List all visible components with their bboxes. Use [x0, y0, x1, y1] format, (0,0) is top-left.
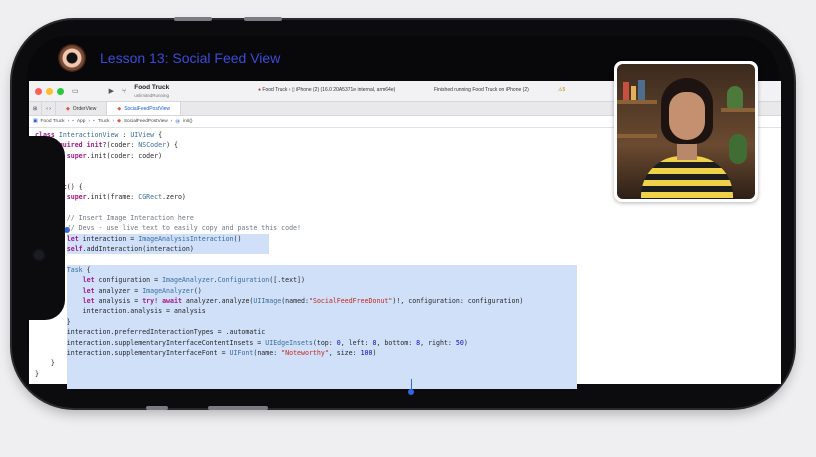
run-button[interactable]: ▶	[109, 87, 114, 95]
presenter-video-frame	[617, 64, 755, 199]
code-line: }	[35, 370, 39, 378]
code-line: let configuration = ImageAnalyzer.Config…	[82, 276, 305, 284]
nav-arrows[interactable]: ‹ ›	[42, 102, 56, 115]
activity-status: Finished running Food Truck on iPhone (2…	[434, 87, 529, 93]
tab-label: SocialFeedPostView	[124, 105, 170, 112]
plant	[729, 134, 747, 164]
minimize-window-button[interactable]	[46, 87, 53, 95]
jumpbar-item[interactable]: init()	[183, 119, 192, 124]
code-line: interaction.supplementaryInterfaceFont =…	[35, 349, 377, 357]
destination-app: Food Truck	[262, 87, 288, 93]
close-window-button[interactable]	[35, 87, 42, 95]
code-line: interaction.supplementaryInterfaceConten…	[35, 339, 468, 347]
lesson-header: Lesson 13: Social Feed View	[58, 44, 280, 72]
side-button	[208, 406, 268, 410]
lesson-title: Lesson 13: Social Feed View	[100, 50, 281, 66]
bookshelf	[617, 100, 657, 104]
book	[623, 82, 629, 100]
book	[638, 80, 645, 100]
destination-device: iPhone (2) (16.0 20A5371e internal, arm6…	[296, 87, 396, 93]
bookshelf	[721, 108, 755, 112]
warning-indicator[interactable]: ⚠5	[558, 87, 565, 93]
front-camera-icon	[34, 250, 44, 260]
tab-label: OrderView	[72, 105, 97, 112]
jumpbar-item[interactable]: Truck	[98, 119, 110, 124]
scheme-selector[interactable]: Food Truck unlimitedRunning	[134, 84, 169, 99]
folder-icon: ▪	[93, 119, 95, 124]
presenter-video	[614, 61, 758, 202]
presenter-face	[669, 92, 705, 140]
grid-icon[interactable]: ⊞	[29, 102, 43, 115]
tab-socialfeedpostview[interactable]: ◆ SocialFeedPostView	[107, 102, 181, 115]
run-destination[interactable]: ● Food Truck › ▯ iPhone (2) (16.0 20A537…	[258, 87, 395, 93]
code-line: interaction.preferredInteractionTypes = …	[35, 328, 266, 336]
swift-file-icon: ◆	[117, 105, 122, 112]
scheme-subtitle: unlimitedRunning	[134, 92, 169, 98]
code-line: let analysis = try! await analyzer.analy…	[82, 297, 524, 305]
sidebar-toggle-icon[interactable]: ▭	[72, 87, 79, 95]
swift-file-icon: ◆	[117, 119, 121, 124]
warning-count: 5	[562, 87, 566, 93]
tab-orderview[interactable]: ◆ OrderView	[56, 102, 108, 115]
volume-down-button	[244, 17, 282, 21]
mute-switch	[146, 406, 168, 410]
dynamic-island	[27, 136, 65, 320]
window-controls	[35, 87, 64, 95]
branch-icon: ⑂	[122, 87, 127, 95]
scheme-name: Food Truck	[134, 83, 170, 91]
code-line: }	[35, 359, 55, 367]
folder-icon: ▪	[72, 119, 74, 124]
device-icon: ▯	[291, 87, 295, 93]
method-icon: Ⓜ	[175, 120, 181, 125]
swift-file-icon: ◆	[65, 105, 70, 112]
jumpbar-item[interactable]: SocialFeedPostView	[124, 119, 168, 124]
plant	[727, 86, 743, 108]
app-target-icon: ●	[258, 87, 262, 93]
volume-up-button	[174, 17, 212, 21]
selection-end-handle[interactable]	[408, 389, 414, 395]
book	[631, 86, 636, 100]
zoom-window-button[interactable]	[57, 87, 64, 95]
code-line: let interaction = ImageAnalysisInteracti…	[66, 235, 242, 243]
jumpbar-item[interactable]: App	[77, 119, 86, 124]
jumpbar-item[interactable]: Food Truck	[41, 119, 65, 124]
project-icon: ▣	[33, 119, 38, 124]
presenter-torso	[641, 156, 733, 199]
presenter-neck	[677, 142, 697, 160]
bookshelf	[617, 134, 657, 138]
code-comment: // Devs - use live text to easily copy a…	[35, 224, 301, 232]
donut-logo-icon	[58, 44, 86, 72]
